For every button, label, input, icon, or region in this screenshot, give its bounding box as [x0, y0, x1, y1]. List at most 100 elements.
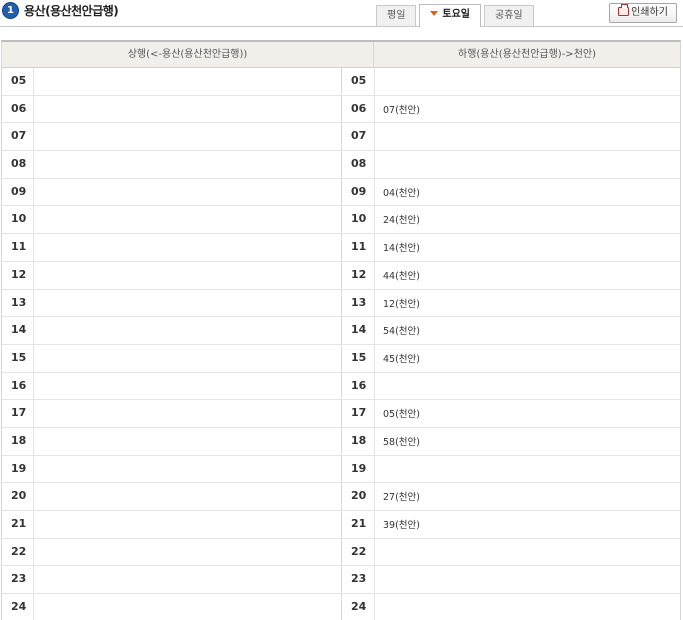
tab-holiday[interactable]: 공휴일 — [484, 5, 534, 26]
tab-saturday[interactable]: 토요일 — [419, 4, 482, 27]
header-divider — [0, 26, 683, 27]
departures-up-cell — [34, 400, 342, 427]
departures-up-cell — [34, 95, 342, 123]
hour-cell-up: 10 — [2, 206, 34, 234]
print-button-label: 인쇄하기 — [631, 7, 668, 18]
departures-up-cell — [34, 123, 342, 151]
departures-up-cell — [34, 594, 342, 620]
hour-cell-up: 06 — [2, 95, 34, 123]
table-row: 06 06 07(천안) — [2, 95, 680, 124]
departures-up-cell — [34, 455, 342, 483]
hour-cell-down: 06 — [342, 95, 375, 123]
table-row: 05 05 — [2, 68, 680, 96]
departures-down-cell: 44(천안) — [383, 270, 420, 282]
departures-down-cell — [375, 566, 680, 593]
hour-cell-down: 13 — [342, 289, 375, 317]
hour-cell-up: 08 — [2, 151, 34, 178]
departures-up-cell — [34, 261, 342, 289]
departures-down-cell: 14(천안) — [383, 243, 420, 255]
departures-down-cell: 24(천안) — [383, 215, 420, 227]
hour-cell-up: 22 — [2, 538, 34, 566]
hour-cell-down: 15 — [342, 344, 375, 372]
departures-down-cell: 39(천안) — [383, 520, 420, 531]
departures-up-cell — [34, 344, 342, 372]
departures-up-cell — [34, 289, 342, 317]
hour-cell-up: 20 — [2, 483, 34, 510]
timetable-body: 05 05 06 06 07(천안) 07 07 08 08 09 09 04(천안) 10 10 24(천… — [2, 68, 680, 620]
table-row: 14 14 54(천안) — [2, 317, 680, 345]
hour-cell-up: 15 — [2, 344, 34, 372]
table-row: 18 18 58(천안) — [2, 427, 680, 456]
hour-cell-down: 19 — [342, 455, 375, 483]
departures-up-cell — [34, 372, 342, 400]
hour-cell-up: 21 — [2, 511, 34, 538]
departures-down-cell: 54(천안) — [383, 326, 420, 338]
column-header-down: 하행(용산(용산천안급행)->천안) — [458, 49, 596, 60]
hour-cell-up: 11 — [2, 234, 34, 261]
departures-up-cell — [34, 483, 342, 510]
hour-cell-up: 05 — [2, 68, 34, 95]
departures-down-cell — [375, 373, 680, 400]
table-row: 22 22 — [2, 538, 680, 567]
hour-cell-down: 20 — [342, 483, 375, 510]
hour-cell-down: 10 — [342, 206, 375, 234]
table-row: 20 20 27(천안) — [2, 483, 680, 511]
hour-cell-down: 16 — [342, 372, 375, 400]
table-row: 19 19 — [2, 455, 680, 484]
hour-cell-down: 24 — [342, 594, 375, 620]
hour-cell-up: 23 — [2, 566, 34, 594]
hour-cell-down: 17 — [342, 400, 375, 427]
hour-cell-down: 11 — [342, 234, 375, 261]
departures-up-cell — [34, 566, 342, 594]
timetable: 상행(<-용산(용산천안급행)) 하행(용산(용산천안급행)->천안) 05 05… — [1, 40, 681, 620]
hour-cell-down: 05 — [342, 68, 375, 95]
table-row: 13 13 12(천안) — [2, 289, 680, 318]
hour-cell-up: 19 — [2, 455, 34, 483]
departures-down-cell: 12(천안) — [383, 298, 420, 310]
tab-weekday[interactable]: 평일 — [376, 5, 417, 26]
hour-cell-down: 23 — [342, 566, 375, 594]
departures-up-cell — [34, 427, 342, 455]
table-row: 15 15 45(천안) — [2, 344, 680, 373]
table-row: 10 10 24(천안) — [2, 206, 680, 235]
timetable-header: 상행(<-용산(용산천안급행)) 하행(용산(용산천안급행)->천안) — [2, 42, 680, 68]
triangle-down-icon — [430, 11, 439, 16]
departures-up-cell — [34, 206, 342, 234]
table-row: 16 16 — [2, 372, 680, 401]
table-row: 11 11 14(천안) — [2, 234, 680, 262]
departures-up-cell — [34, 178, 342, 206]
departures-up-cell — [34, 151, 342, 178]
printer-icon — [618, 4, 630, 16]
departures-up-cell — [34, 317, 342, 344]
step-number-badge: 1 — [2, 2, 19, 19]
hour-cell-up: 07 — [2, 123, 34, 151]
hour-cell-up: 14 — [2, 317, 34, 344]
departures-down-cell — [375, 456, 680, 483]
table-row: 17 17 05(천안) — [2, 400, 680, 428]
hour-cell-up: 16 — [2, 372, 34, 400]
departures-down-cell — [375, 151, 680, 178]
departures-down-cell — [375, 594, 680, 620]
departures-down-cell: 05(천안) — [383, 409, 420, 421]
table-row: 24 24 — [2, 594, 680, 620]
departures-up-cell — [34, 511, 342, 538]
hour-cell-down: 09 — [342, 178, 375, 206]
hour-cell-down: 08 — [342, 151, 375, 178]
departures-down-cell: 45(천안) — [383, 353, 420, 365]
hour-cell-up: 13 — [2, 289, 34, 317]
page-header: 1 용산(용산천안급행) 평일 토요일 공휴일 인쇄하기 — [0, 0, 683, 30]
column-header-up: 상행(<-용산(용산천안급행)) — [2, 42, 374, 67]
hour-cell-up: 12 — [2, 261, 34, 289]
table-row: 09 09 04(천안) — [2, 178, 680, 207]
departures-down-cell: 07(천안) — [383, 104, 420, 116]
print-button[interactable]: 인쇄하기 — [609, 3, 677, 23]
table-row: 07 07 — [2, 123, 680, 152]
tab-label: 평일 — [387, 10, 406, 21]
hour-cell-down: 21 — [342, 511, 375, 538]
day-type-tabs: 평일 토요일 공휴일 — [376, 4, 537, 27]
departures-down-cell — [375, 539, 680, 566]
departures-up-cell — [34, 234, 342, 261]
hour-cell-down: 18 — [342, 427, 375, 455]
departures-down-cell: 04(천안) — [383, 187, 420, 199]
departures-down-cell — [375, 123, 680, 150]
